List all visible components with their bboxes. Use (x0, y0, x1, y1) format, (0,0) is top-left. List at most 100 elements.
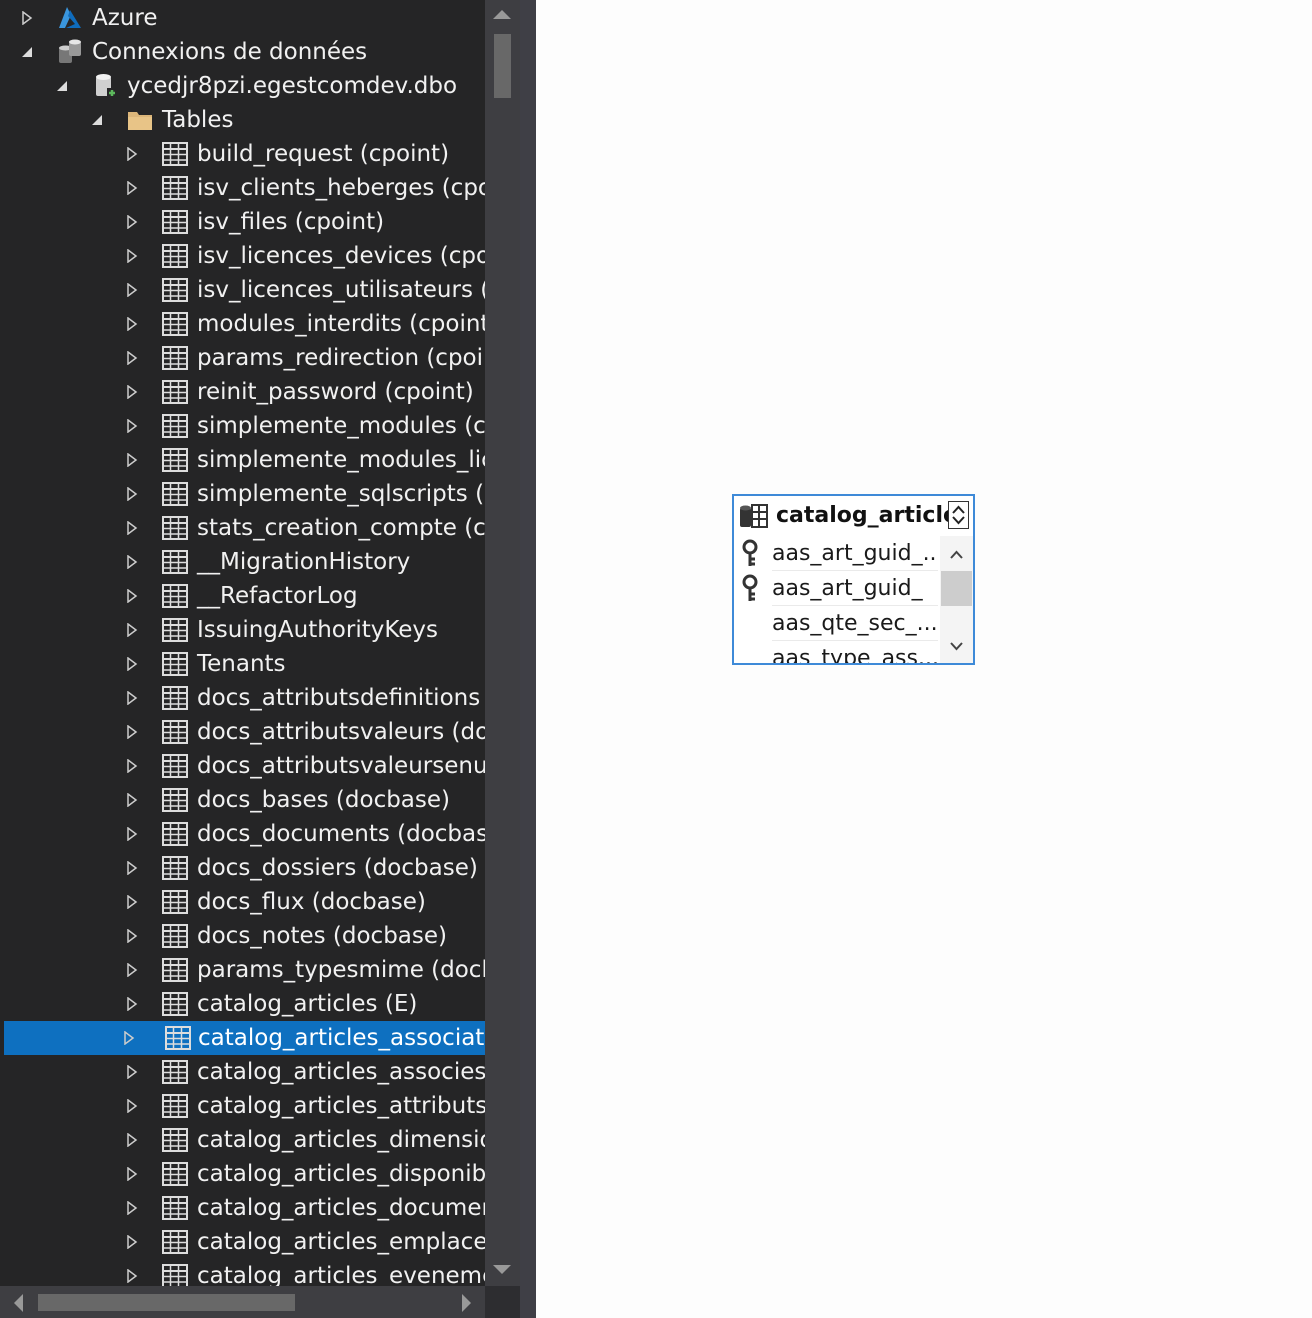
tree-node-label: ycedjr8pzi.egestcomdev.dbo (127, 73, 458, 99)
table-column-scrollbar[interactable] (940, 536, 973, 663)
table-node[interactable]: isv_licences_devices (cpoint) (0, 239, 485, 273)
chevron-down-icon[interactable] (950, 636, 963, 655)
table-node[interactable]: modules_interdits (cpoint) (0, 307, 485, 341)
table-diagram-box[interactable]: catalog_articles_associations aas_art_gu… (732, 494, 975, 665)
table-node[interactable]: docs_dossiers (docbase) (0, 851, 485, 885)
table-node[interactable]: simplemente_modules_licences (0, 443, 485, 477)
horizontal-scrollbar[interactable] (0, 1286, 485, 1318)
table-node[interactable]: catalog_articles (E) (0, 987, 485, 1021)
chevron-up-icon[interactable] (950, 544, 963, 563)
vertical-scrollbar[interactable] (485, 0, 520, 1286)
collapsed-arrow-icon[interactable] (125, 215, 139, 229)
collapsed-arrow-icon[interactable] (125, 453, 139, 467)
table-column-row[interactable]: aas_art_guid_... (734, 536, 940, 571)
table-column-row[interactable]: aas_qte_sec_... (734, 606, 940, 641)
collapse-icon[interactable] (948, 501, 969, 529)
table-node[interactable]: catalog_articles_evenements (0, 1259, 485, 1286)
collapsed-arrow-icon[interactable] (125, 1269, 139, 1283)
collapsed-arrow-icon[interactable] (125, 963, 139, 977)
scroll-left-arrow[interactable] (14, 1294, 23, 1312)
table-node[interactable]: simplemente_modules (cpoint) (0, 409, 485, 443)
table-node[interactable]: catalog_articles_emplacements (0, 1225, 485, 1259)
collapsed-arrow-icon[interactable] (125, 351, 139, 365)
table-node[interactable]: docs_attributsvaleursenum (0, 749, 485, 783)
collapsed-arrow-icon[interactable] (125, 691, 139, 705)
collapsed-arrow-icon[interactable] (125, 827, 139, 841)
table-node[interactable]: __MigrationHistory (0, 545, 485, 579)
collapsed-arrow-icon[interactable] (125, 793, 139, 807)
table-node[interactable]: isv_licences_utilisateurs (cpoint) (0, 273, 485, 307)
expanded-arrow-icon[interactable] (20, 45, 34, 59)
table-node[interactable]: docs_attributsvaleurs (docbase) (0, 715, 485, 749)
panel-splitter[interactable] (520, 0, 536, 1318)
table-node[interactable]: params_typesmime (docbase) (0, 953, 485, 987)
collapsed-arrow-icon[interactable] (122, 1031, 136, 1045)
table-node[interactable]: catalog_articles_disponibilite (0, 1157, 485, 1191)
collapsed-arrow-icon[interactable] (125, 861, 139, 875)
collapsed-arrow-icon[interactable] (125, 181, 139, 195)
collapsed-arrow-icon[interactable] (125, 487, 139, 501)
table-node[interactable]: isv_clients_heberges (cpoint) (0, 171, 485, 205)
table-node[interactable]: catalog_articles_associations (E) (4, 1021, 485, 1055)
table-node[interactable]: reinit_password (cpoint) (0, 375, 485, 409)
table-node[interactable]: build_request (cpoint) (0, 137, 485, 171)
scroll-down-arrow[interactable] (493, 1265, 511, 1274)
horizontal-scroll-thumb[interactable] (38, 1294, 295, 1311)
table-node[interactable]: Tenants (0, 647, 485, 681)
table-node[interactable]: params_redirection (cpoint) (0, 341, 485, 375)
expanded-arrow-icon[interactable] (90, 113, 104, 127)
collapsed-arrow-icon[interactable] (125, 1201, 139, 1215)
collapsed-arrow-icon[interactable] (125, 929, 139, 943)
collapsed-arrow-icon[interactable] (125, 657, 139, 671)
tree-node-folder[interactable]: Tables (0, 103, 485, 137)
collapsed-arrow-icon[interactable] (125, 317, 139, 331)
table-node[interactable]: IssuingAuthorityKeys (0, 613, 485, 647)
collapsed-arrow-icon[interactable] (125, 1099, 139, 1113)
tree-node-data-connections[interactable]: Connexions de données (0, 35, 485, 69)
table-column-row[interactable]: aas_art_guid_ (734, 571, 940, 606)
table-node[interactable]: simplemente_sqlscripts (cpoint) (0, 477, 485, 511)
table-column-row[interactable]: aas_type_ass... (734, 641, 940, 663)
collapsed-arrow-icon[interactable] (125, 725, 139, 739)
collapsed-arrow-icon[interactable] (125, 895, 139, 909)
table-node[interactable]: catalog_articles_associes (E) (0, 1055, 485, 1089)
scroll-up-arrow[interactable] (493, 10, 511, 19)
table-node[interactable]: docs_notes (docbase) (0, 919, 485, 953)
collapsed-arrow-icon[interactable] (125, 759, 139, 773)
tree-node-label: __MigrationHistory (197, 549, 411, 575)
collapsed-arrow-icon[interactable] (20, 11, 34, 25)
table-node[interactable]: __RefactorLog (0, 579, 485, 613)
collapsed-arrow-icon[interactable] (125, 997, 139, 1011)
collapsed-arrow-icon[interactable] (125, 385, 139, 399)
table-node[interactable]: docs_bases (docbase) (0, 783, 485, 817)
table-node[interactable]: catalog_articles_documents (0, 1191, 485, 1225)
expanded-arrow-icon[interactable] (55, 79, 69, 93)
table-icon (161, 208, 189, 236)
collapsed-arrow-icon[interactable] (125, 623, 139, 637)
collapsed-arrow-icon[interactable] (125, 589, 139, 603)
table-node[interactable]: isv_files (cpoint) (0, 205, 485, 239)
scroll-right-arrow[interactable] (462, 1294, 471, 1312)
collapsed-arrow-icon[interactable] (125, 1167, 139, 1181)
vertical-scroll-thumb[interactable] (494, 34, 511, 98)
table-node[interactable]: catalog_articles_dimensions (0, 1123, 485, 1157)
table-node[interactable]: docs_flux (docbase) (0, 885, 485, 919)
table-node[interactable]: docs_documents (docbase) (0, 817, 485, 851)
collapsed-arrow-icon[interactable] (125, 147, 139, 161)
collapsed-arrow-icon[interactable] (125, 555, 139, 569)
table-node[interactable]: catalog_articles_attributs (E) (0, 1089, 485, 1123)
collapsed-arrow-icon[interactable] (125, 283, 139, 297)
server-explorer-panel: Azure Connexions de données ycedjr8pzi.ege… (0, 0, 520, 1318)
column-scroll-thumb[interactable] (941, 571, 972, 606)
collapsed-arrow-icon[interactable] (125, 1235, 139, 1249)
collapsed-arrow-icon[interactable] (125, 419, 139, 433)
collapsed-arrow-icon[interactable] (125, 249, 139, 263)
table-node[interactable]: docs_attributsdefinitions (docbase) (0, 681, 485, 715)
collapsed-arrow-icon[interactable] (125, 1065, 139, 1079)
tree-node-database-connection[interactable]: ycedjr8pzi.egestcomdev.dbo (0, 69, 485, 103)
tree-node-azure[interactable]: Azure (0, 1, 485, 35)
table-diagram-header[interactable]: catalog_articles_associations (734, 496, 973, 536)
collapsed-arrow-icon[interactable] (125, 1133, 139, 1147)
table-node[interactable]: stats_creation_compte (cpoint) (0, 511, 485, 545)
collapsed-arrow-icon[interactable] (125, 521, 139, 535)
